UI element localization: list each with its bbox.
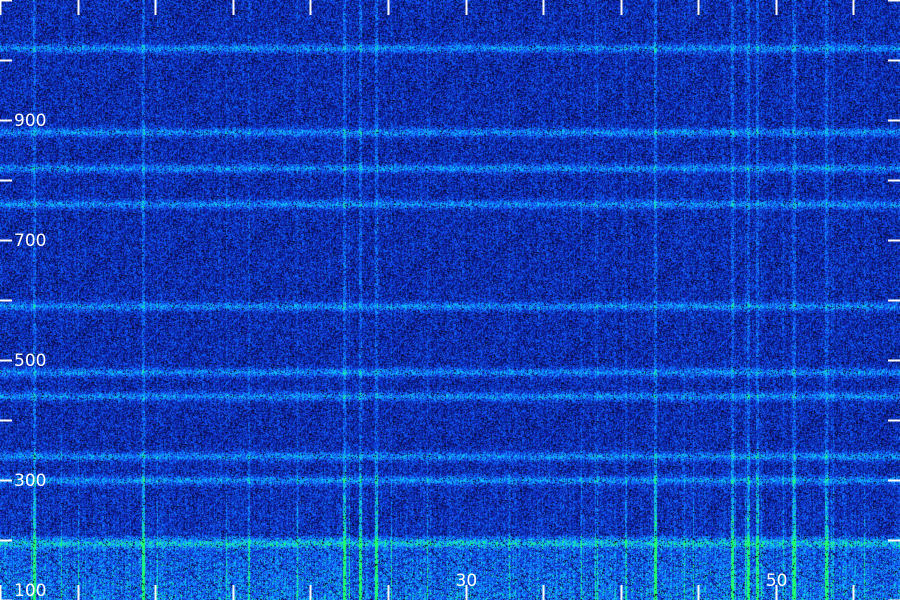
x-tick-label: 50 [766,571,788,591]
axes-overlay: 900 700 500 300 100 30 50 [0,0,900,600]
y-tick-label: 700 [14,231,46,251]
y-tick-label: 900 [14,111,46,131]
x-tick-label: 30 [456,571,478,591]
y-tick-label: 300 [14,471,46,491]
y-tick-label: 100 [14,581,46,600]
spectrogram-panel: 900 700 500 300 100 30 50 [0,0,900,600]
y-tick-label: 500 [14,351,46,371]
